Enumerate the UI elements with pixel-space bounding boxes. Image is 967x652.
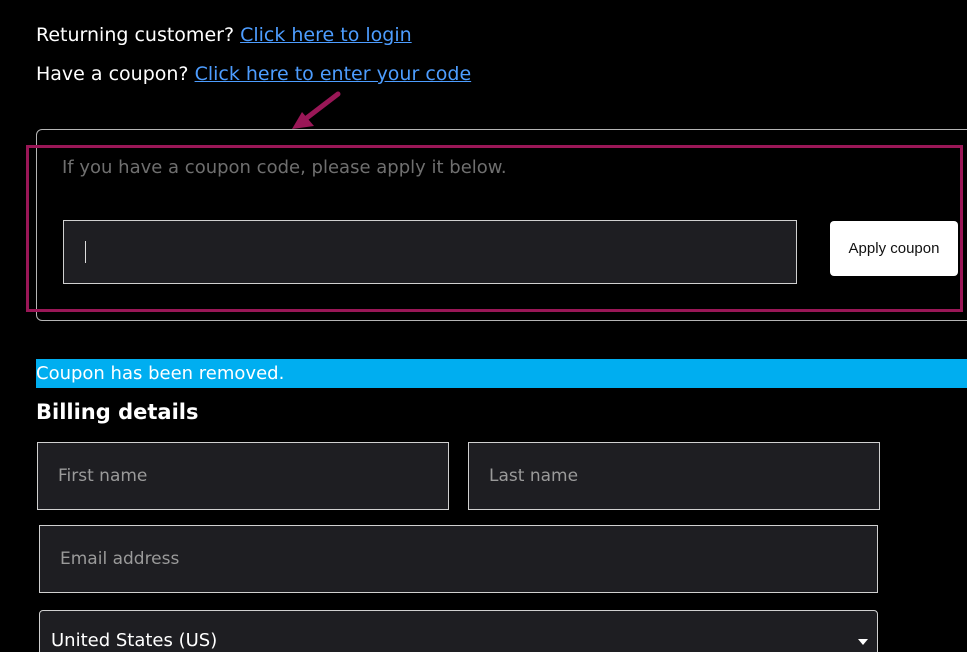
returning-customer-notice: Returning customer? Click here to login	[36, 24, 412, 46]
country-select-value: United States (US)	[51, 630, 218, 651]
first-name-field[interactable]: First name	[37, 442, 449, 510]
email-field[interactable]: Email address	[39, 525, 878, 593]
coupon-code-input[interactable]	[63, 220, 797, 284]
caret-down-icon	[858, 639, 868, 645]
login-link[interactable]: Click here to login	[240, 24, 412, 46]
apply-coupon-button[interactable]: Apply coupon	[830, 221, 958, 276]
billing-details-title: Billing details	[36, 400, 199, 424]
coupon-hint: If you have a coupon code, please apply …	[62, 157, 507, 178]
last-name-field[interactable]: Last name	[468, 442, 880, 510]
text-cursor	[85, 241, 86, 263]
coupon-notice: Have a coupon? Click here to enter your …	[36, 63, 471, 85]
coupon-removed-message: Coupon has been removed.	[36, 359, 967, 388]
arrow-down-left-icon	[292, 91, 341, 129]
coupon-notice-text: Have a coupon?	[36, 63, 195, 85]
enter-coupon-link[interactable]: Click here to enter your code	[195, 63, 472, 85]
country-select[interactable]: United States (US)	[39, 610, 878, 652]
returning-customer-text: Returning customer?	[36, 24, 241, 46]
